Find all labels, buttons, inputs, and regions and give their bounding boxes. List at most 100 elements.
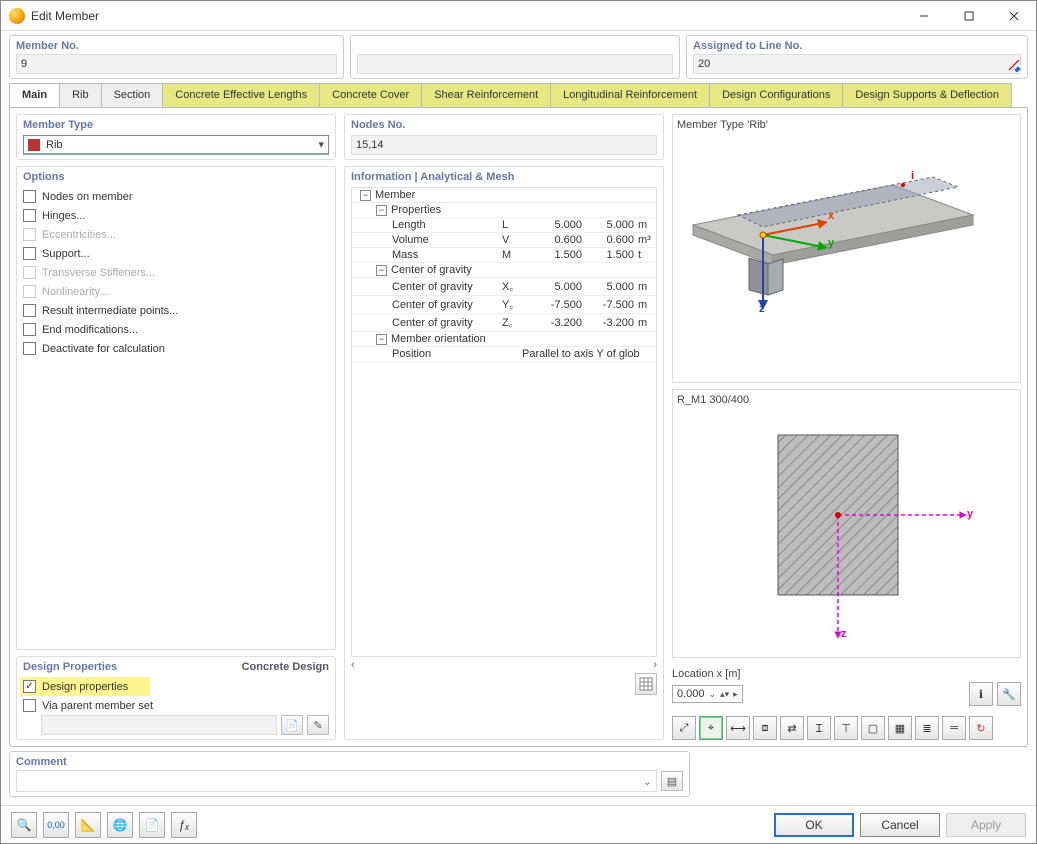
description-panel [350, 35, 680, 79]
assigned-input[interactable]: 20 [693, 54, 1021, 74]
section-preview[interactable]: R_M1 300/400 [672, 389, 1021, 658]
global-button[interactable]: 🌐 [107, 812, 133, 838]
view-refresh-button[interactable]: ↻ [969, 716, 993, 740]
checkbox[interactable] [23, 342, 36, 355]
axis-x-label: x [828, 210, 834, 222]
preview-toolbar: ⤢ ⌖ ⟷ ⧈ ⇄ Ɪ ⊤ ▢ ▦ ≣ ═ ↻ [672, 716, 1021, 740]
tabs: MainRibSectionConcrete Effective Lengths… [9, 83, 1028, 107]
checkbox[interactable] [23, 190, 36, 203]
option-label: Transverse Stiffeners... [42, 267, 155, 279]
options-group: Options Nodes on memberHinges...Eccentri… [16, 166, 336, 650]
member-type-title: Member Type [23, 119, 329, 131]
comment-label: Comment [16, 756, 683, 768]
comment-library-button[interactable]: ▤ [661, 771, 683, 791]
member-type-group: Member Type Rib ▾ [16, 114, 336, 160]
section-detail-button[interactable]: 🔧 [997, 682, 1021, 706]
view-dims-button[interactable]: ⟷ [726, 716, 750, 740]
view-ibeam-button[interactable]: Ɪ [807, 716, 831, 740]
info-tree[interactable]: −Member−PropertiesLengthL5.0005.000mVolu… [351, 187, 657, 657]
view-grid-button[interactable]: ▦ [888, 716, 912, 740]
option-label: Support... [42, 248, 90, 260]
comment-panel: Comment ⌄ ▤ [9, 751, 690, 797]
delete-doc-button[interactable]: 📄 [139, 812, 165, 838]
app-icon [9, 8, 25, 24]
view-swap-button[interactable]: ⇄ [780, 716, 804, 740]
checkbox[interactable] [23, 323, 36, 336]
member-type-value: Rib [46, 139, 318, 151]
tab-main[interactable]: Main [9, 83, 60, 107]
edit-member-window: Edit Member Member No. 9 Assigned to Lin… [0, 0, 1037, 844]
tab-main-body: Member Type Rib ▾ Options Nodes on membe… [9, 107, 1028, 747]
info-title: Information | Analytical & Mesh [351, 171, 657, 183]
tab-concrete-cover[interactable]: Concrete Cover [319, 83, 422, 107]
tab-design-supports-deflection[interactable]: Design Supports & Deflection [842, 83, 1012, 107]
ok-button[interactable]: OK [774, 813, 854, 837]
scroll-right-icon[interactable]: › [653, 659, 657, 671]
option-label: Deactivate for calculation [42, 343, 165, 355]
checkbox[interactable] [23, 209, 36, 222]
tab-shear-reinforcement[interactable]: Shear Reinforcement [421, 83, 551, 107]
option-label: Result intermediate points... [42, 305, 178, 317]
chevron-down-icon: ⌄ [643, 775, 652, 788]
description-input[interactable] [357, 54, 673, 74]
checkbox[interactable] [23, 699, 36, 712]
location-label: Location x [m] [672, 668, 1021, 680]
view-eq-button[interactable]: ═ [942, 716, 966, 740]
comment-input[interactable]: ⌄ [16, 770, 657, 792]
tab-section[interactable]: Section [101, 83, 164, 107]
play-icon[interactable]: ▸ [733, 689, 738, 700]
checkbox[interactable] [23, 304, 36, 317]
member-3d-preview[interactable]: Member Type 'Rib' [672, 114, 1021, 383]
member-set-input[interactable] [41, 715, 277, 735]
checkbox [23, 228, 36, 241]
design-prop-label: Design properties [42, 681, 128, 693]
options-title: Options [23, 171, 329, 183]
rib-color-icon [28, 139, 40, 151]
options-list: Nodes on memberHinges...Eccentricities..… [23, 187, 329, 358]
view-reset-button[interactable]: ⤢ [672, 716, 696, 740]
units-button[interactable]: 0,00 [43, 812, 69, 838]
edit-set-button[interactable]: ✎ [307, 715, 329, 735]
section-info-button[interactable]: ℹ [969, 682, 993, 706]
chevron-down-icon: ⌄ [709, 689, 717, 700]
member-no-input[interactable]: 9 [16, 54, 337, 74]
grid-toggle-button[interactable] [635, 673, 657, 695]
node-i-label: i [911, 170, 914, 182]
cancel-button[interactable]: Cancel [860, 813, 940, 837]
view-tbeam-button[interactable]: ⊤ [834, 716, 858, 740]
maximize-button[interactable] [946, 2, 991, 30]
tab-longitudinal-reinforcement[interactable]: Longitudinal Reinforcement [550, 83, 710, 107]
minimize-button[interactable] [901, 2, 946, 30]
tab-rib[interactable]: Rib [59, 83, 102, 107]
nodes-input[interactable]: 15,14 [351, 135, 657, 155]
checkbox[interactable] [23, 247, 36, 260]
view-outline-button[interactable]: ▢ [861, 716, 885, 740]
info-group: Information | Analytical & Mesh −Member−… [344, 166, 664, 740]
member-type-dropdown[interactable]: Rib ▾ [23, 135, 329, 155]
scroll-left-icon[interactable]: ‹ [351, 659, 355, 671]
checkbox [23, 285, 36, 298]
assigned-label: Assigned to Line No. [693, 40, 1021, 52]
close-button[interactable] [991, 2, 1036, 30]
nodes-group: Nodes No. 15,14 [344, 114, 664, 160]
location-spinner[interactable]: 0.000 ⌄ ▴▾ ▸ [672, 685, 743, 703]
view-axes-button[interactable]: ⌖ [699, 716, 723, 740]
design-prop-label: Via parent member set [42, 700, 153, 712]
concrete-design-link[interactable]: Concrete Design [242, 661, 329, 673]
pick-line-icon[interactable] [1005, 56, 1023, 74]
tab-design-configurations[interactable]: Design Configurations [709, 83, 843, 107]
cs-button[interactable]: 📐 [75, 812, 101, 838]
new-set-button[interactable]: 📄 [281, 715, 303, 735]
tab-concrete-effective-lengths[interactable]: Concrete Effective Lengths [162, 83, 320, 107]
formula-button[interactable]: ƒₓ [171, 812, 197, 838]
nodes-title: Nodes No. [351, 119, 657, 131]
view-cond-button[interactable]: ≣ [915, 716, 939, 740]
help-button[interactable]: 🔍 [11, 812, 37, 838]
apply-button: Apply [946, 813, 1026, 837]
checkbox[interactable] [23, 680, 36, 693]
view-int-button[interactable]: ⧈ [753, 716, 777, 740]
window-title: Edit Member [31, 9, 901, 23]
option-label: Eccentricities... [42, 229, 116, 241]
design-properties-group: Design Properties Concrete Design Design… [16, 656, 336, 740]
design-properties-title: Design Properties [23, 661, 117, 673]
